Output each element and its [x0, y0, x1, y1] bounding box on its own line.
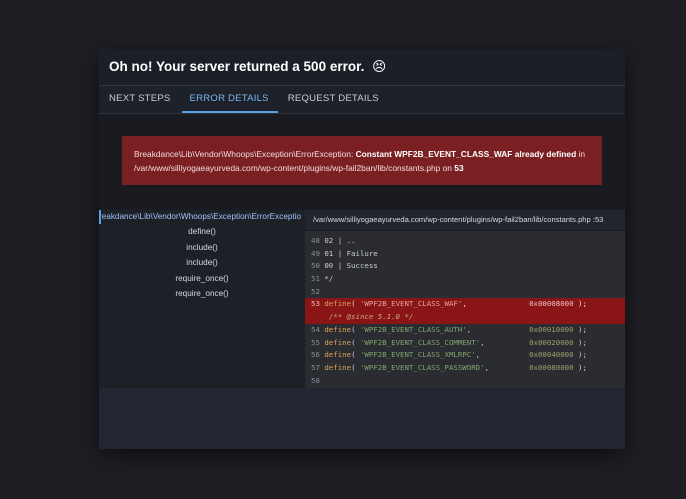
tab-error-details[interactable]: ERROR DETAILS — [181, 86, 278, 113]
code-file-header: /var/www/silliyogaeayurveda.com/wp-conte… — [305, 210, 625, 231]
persevering-face-icon: 😣 — [372, 59, 387, 74]
stack-frame[interactable]: include() — [99, 240, 305, 256]
modal-header: Oh no! Your server returned a 500 error.… — [99, 49, 625, 86]
code-line: 49 01 | Failure — [311, 248, 378, 258]
tab-request-details[interactable]: REQUEST DETAILS — [288, 86, 388, 113]
error-message-box: Breakdance\Lib\Vendor\Whoops\Exception\E… — [122, 136, 602, 185]
stack-frame[interactable]: require_once() — [99, 271, 305, 287]
code-line-highlighted: 53 define( 'WPF2B_EVENT_CLASS_WAF', 0x00… — [305, 298, 625, 312]
code-line: 55 define( 'WPF2B_EVENT_CLASS_COMMENT', … — [311, 337, 587, 347]
exception-class: Breakdance\Lib\Vendor\Whoops\Exception\E… — [134, 149, 354, 159]
tab-next-steps[interactable]: NEXT STEPS — [109, 86, 180, 113]
stack-frame-active[interactable]: reakdance\Lib\Vendor\Whoops\Exception\Er… — [99, 210, 305, 224]
code-line: 48 02 | .. — [311, 236, 356, 245]
code-viewer: /var/www/silliyogaeayurveda.com/wp-conte… — [305, 210, 625, 388]
on-word: on — [442, 163, 452, 173]
modal-footer-area — [99, 388, 625, 449]
code-line: 57 define( 'WPF2B_EVENT_CLASS_PASSWORD',… — [311, 362, 587, 372]
stack-frame[interactable]: include() — [99, 255, 305, 271]
in-word: in — [578, 149, 586, 159]
stack-frame[interactable]: define() — [99, 224, 305, 240]
page-title: Oh no! Your server returned a 500 error.… — [109, 59, 386, 75]
code-line: 52 — [311, 286, 320, 296]
exception-line-number: 53 — [454, 163, 464, 173]
title-text: Oh no! Your server returned a 500 error. — [109, 59, 365, 74]
exception-message: Constant WPF2B_EVENT_CLASS_WAF already d… — [355, 149, 577, 159]
stack-frames-panel: reakdance\Lib\Vendor\Whoops\Exception\Er… — [99, 210, 305, 388]
code-lines: 48 02 | .. 49 01 | Failure 50 00 | Succe… — [305, 231, 625, 387]
code-line: 54 define( 'WPF2B_EVENT_CLASS_AUTH', 0x0… — [311, 324, 587, 334]
code-line: 56 define( 'WPF2B_EVENT_CLASS_XMLRPC', 0… — [311, 350, 587, 360]
tab-bar: NEXT STEPS ERROR DETAILS REQUEST DETAILS — [99, 86, 625, 114]
error-modal: Oh no! Your server returned a 500 error.… — [99, 49, 625, 449]
stack-frame[interactable]: require_once() — [99, 286, 305, 302]
code-line: 50 00 | Success — [311, 261, 378, 271]
code-line: 58 — [311, 375, 320, 385]
code-line: 51 */ — [311, 274, 334, 284]
code-line-highlighted: /** @since 5.1.0 */ — [305, 311, 625, 324]
exception-file-path: /var/www/silliyogaeayurveda.com/wp-conte… — [134, 163, 441, 173]
error-area: Breakdance\Lib\Vendor\Whoops\Exception\E… — [99, 114, 625, 210]
